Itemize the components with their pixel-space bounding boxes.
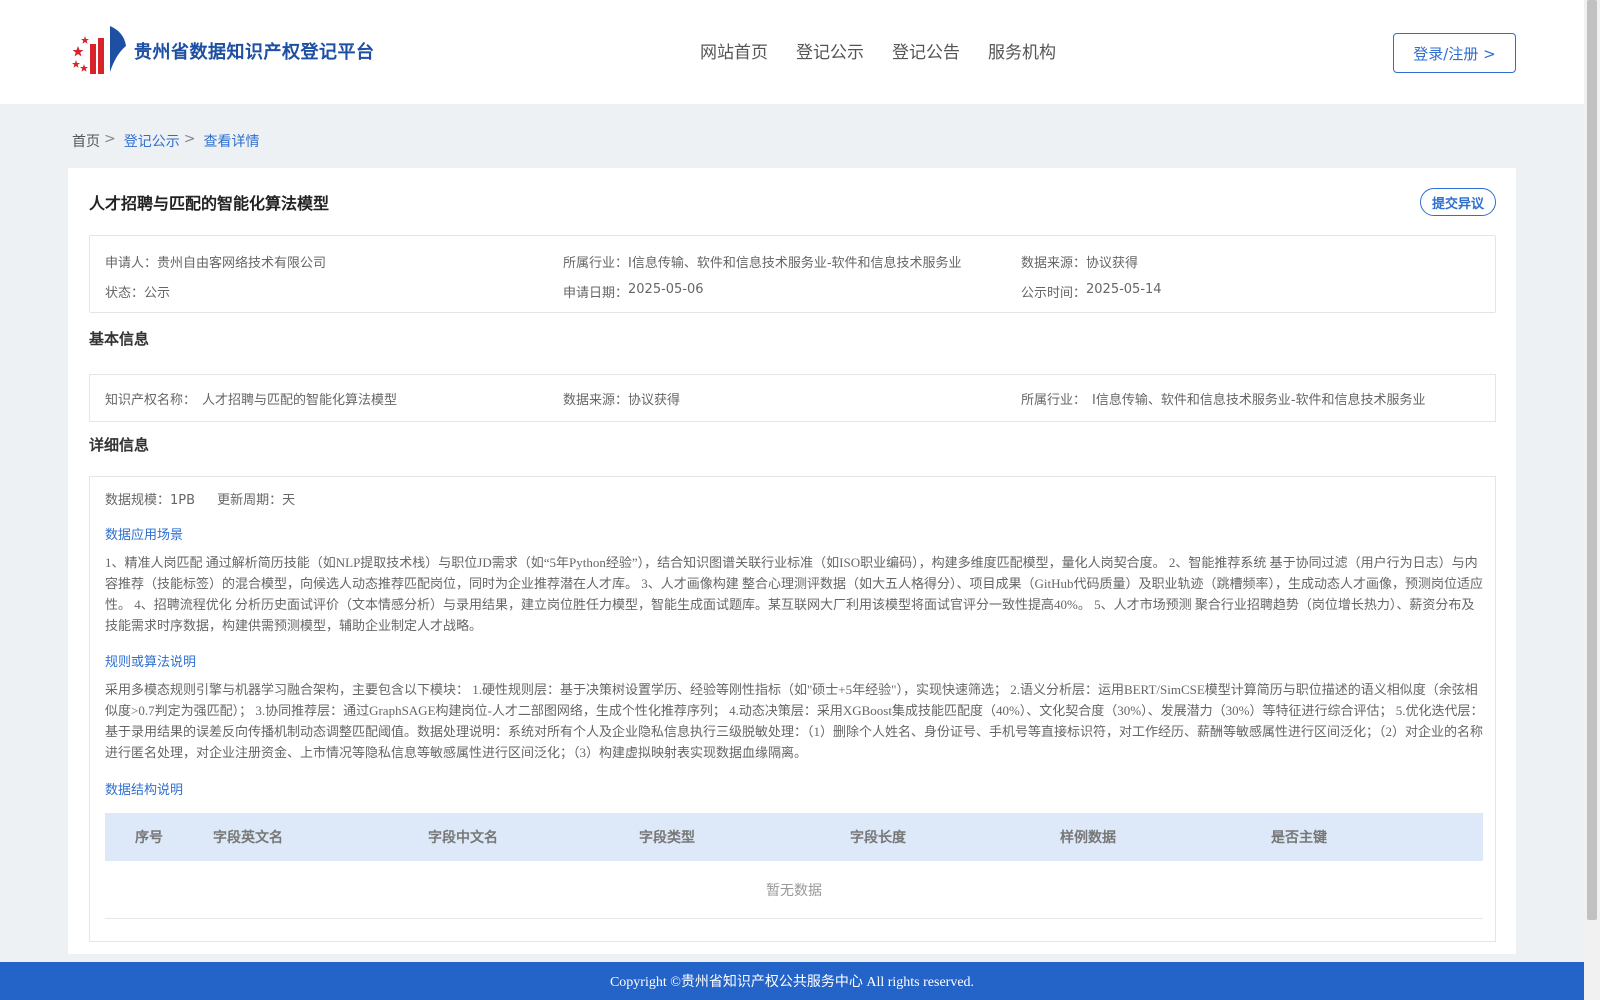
summary-box: 申请人： 贵州自由客网络技术有限公司 所属行业： I信息传输、软件和信息技术服务业-… bbox=[89, 235, 1496, 313]
ip-name-label: 知识产权名称： bbox=[105, 392, 197, 408]
col-field-length: 字段长度 bbox=[850, 830, 906, 846]
table-empty-state: 暂无数据 bbox=[105, 861, 1483, 919]
breadcrumb-list[interactable]: 登记公示 bbox=[124, 131, 180, 151]
apply-date-label: 申请日期： bbox=[563, 285, 629, 301]
submit-objection-button[interactable]: 提交异议 bbox=[1420, 188, 1496, 216]
scenario-text: 1、精准人岗匹配 通过解析简历技能（如NLP提取技术栈）与职位JD需求（如“5年… bbox=[105, 555, 1484, 633]
structure-heading: 数据结构说明 bbox=[105, 783, 184, 798]
basic-industry-value: I信息传输、软件和信息技术服务业-软件和信息技术服务业 bbox=[1092, 392, 1426, 408]
status-label: 状态： bbox=[105, 285, 145, 301]
page-scrollbar[interactable] bbox=[1584, 0, 1600, 1000]
col-field-en: 字段英文名 bbox=[213, 830, 283, 846]
site-header: 贵州省数据知识产权登记平台 网站首页 登记公示 登记公告 服务机构 登录/注册 … bbox=[0, 0, 1584, 104]
source-label: 数据来源： bbox=[1021, 255, 1087, 271]
applicant-value: 贵州自由客网络技术有限公司 bbox=[157, 255, 327, 271]
applicant-label: 申请人： bbox=[105, 255, 158, 271]
login-register-button[interactable]: 登录/注册 > bbox=[1393, 33, 1516, 73]
site-name: 贵州省数据知识产权登记平台 bbox=[134, 42, 375, 63]
scrollbar-thumb[interactable] bbox=[1587, 0, 1597, 920]
basic-info-box: 知识产权名称： 人才招聘与匹配的智能化算法模型 数据来源： 协议获得 所属行业： I信… bbox=[89, 374, 1496, 422]
logo-emblem-icon bbox=[72, 26, 126, 74]
algorithm-heading: 规则或算法说明 bbox=[105, 655, 197, 670]
detail-card: 人才招聘与匹配的智能化算法模型 提交异议 申请人： 贵州自由客网络技术有限公司 所… bbox=[68, 168, 1516, 954]
breadcrumb: 首页 > 登记公示 > 查看详情 bbox=[72, 131, 259, 151]
scenario-heading: 数据应用场景 bbox=[105, 528, 184, 543]
breadcrumb-separator: > bbox=[183, 131, 196, 147]
publish-time-value: 2025-05-14 bbox=[1086, 281, 1162, 297]
basic-source-value: 协议获得 bbox=[628, 392, 681, 408]
detail-info-box: 数据规模：1PB 更新周期：天 数据应用场景 1、精准人岗匹配 通过解析简历技能… bbox=[89, 476, 1496, 942]
source-value: 协议获得 bbox=[1086, 255, 1139, 271]
scale-line: 数据规模：1PB 更新周期：天 bbox=[105, 489, 313, 508]
col-index: 序号 bbox=[135, 830, 163, 846]
nav-home[interactable]: 网站首页 bbox=[700, 38, 768, 63]
basic-source-label: 数据来源： bbox=[563, 392, 629, 408]
update-cycle: 更新周期：天 bbox=[217, 493, 296, 508]
col-field-cn: 字段中文名 bbox=[428, 830, 498, 846]
col-primary-key: 是否主键 bbox=[1271, 830, 1327, 846]
table-header: 序号 字段英文名 字段中文名 字段类型 字段长度 样例数据 是否主键 bbox=[105, 813, 1483, 861]
main-nav: 网站首页 登记公示 登记公告 服务机构 bbox=[700, 38, 1084, 63]
data-structure-table: 序号 字段英文名 字段中文名 字段类型 字段长度 样例数据 是否主键 暂无数据 bbox=[105, 813, 1483, 919]
ip-name-value: 人才招聘与匹配的智能化算法模型 bbox=[202, 392, 398, 408]
publish-time-label: 公示时间： bbox=[1021, 285, 1087, 301]
nav-service-agencies[interactable]: 服务机构 bbox=[988, 38, 1056, 63]
basic-info-heading: 基本信息 bbox=[89, 330, 150, 348]
algorithm-text: 采用多模态规则引擎与机器学习融合架构，主要包含以下模块： 1.硬性规则层：基于决… bbox=[105, 682, 1484, 760]
breadcrumb-home[interactable]: 首页 bbox=[72, 131, 100, 151]
site-logo[interactable]: 贵州省数据知识产权登记平台 bbox=[70, 24, 375, 78]
col-sample-data: 样例数据 bbox=[1060, 830, 1116, 846]
col-field-type: 字段类型 bbox=[639, 830, 695, 846]
breadcrumb-current: 查看详情 bbox=[203, 134, 260, 150]
page-title: 人才招聘与匹配的智能化算法模型 bbox=[89, 194, 330, 213]
breadcrumb-separator: > bbox=[104, 131, 116, 147]
copyright-text: Copyright ©贵州省知识产权公共服务中心 All rights rese… bbox=[609, 975, 975, 990]
industry-label: 所属行业： bbox=[563, 255, 629, 271]
detail-info-heading: 详细信息 bbox=[89, 436, 150, 454]
industry-value: I信息传输、软件和信息技术服务业-软件和信息技术服务业 bbox=[628, 255, 962, 271]
site-footer: Copyright ©贵州省知识产权公共服务中心 All rights rese… bbox=[0, 962, 1584, 1000]
data-scale: 数据规模：1PB bbox=[105, 493, 196, 508]
apply-date-value: 2025-05-06 bbox=[628, 281, 704, 297]
status-value: 公示 bbox=[144, 285, 171, 301]
nav-registration-publicity[interactable]: 登记公示 bbox=[796, 38, 864, 63]
basic-industry-label: 所属行业： bbox=[1021, 392, 1087, 408]
nav-registration-announcement[interactable]: 登记公告 bbox=[892, 38, 960, 63]
